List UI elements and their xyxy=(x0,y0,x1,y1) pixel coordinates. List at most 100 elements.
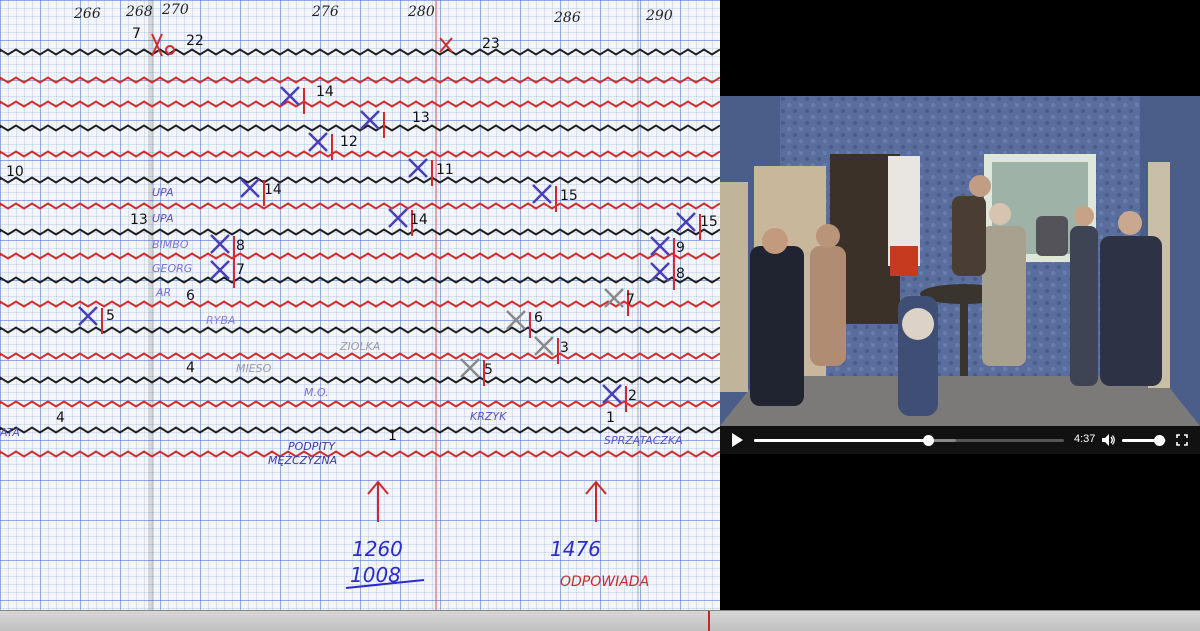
seek-played xyxy=(754,439,928,442)
staff-line xyxy=(0,300,720,308)
pen-label: KRZYK xyxy=(470,410,507,423)
voice-number: 15 xyxy=(700,214,718,230)
voice-number: 14 xyxy=(264,182,282,198)
score-sheet: 266 268 270 276 280 286 290 7 22 23 14 1… xyxy=(0,0,720,610)
top-mark: 22 xyxy=(186,33,204,49)
voice-number: 11 xyxy=(436,162,454,178)
staff-line xyxy=(0,276,720,284)
voice-number: 6 xyxy=(186,288,195,304)
volume-icon[interactable] xyxy=(1101,433,1115,447)
arrow-up-icon xyxy=(585,480,607,522)
score-drawing: 266 268 270 276 280 286 290 7 22 23 14 1… xyxy=(0,0,720,610)
voice-number: 2 xyxy=(628,388,637,404)
pen-label: GEORG xyxy=(152,262,192,275)
voice-number: 5 xyxy=(484,362,493,378)
voice-number: 3 xyxy=(560,340,569,356)
pen-label: ZIOLKA xyxy=(339,340,380,353)
video-player[interactable]: 4:37 xyxy=(720,96,1200,454)
pen-label: UPA xyxy=(152,186,174,199)
column-tick: 276 xyxy=(311,4,339,20)
voice-number: 13 xyxy=(130,212,148,228)
pen-label: M.O. xyxy=(304,386,329,399)
annotation-character-left: MĘŻCZYZNA xyxy=(268,454,337,467)
annotation-bottom: ODPOWIADA xyxy=(560,574,649,590)
voice-number: 4 xyxy=(186,360,195,376)
column-tick: 270 xyxy=(161,2,189,18)
staff-line xyxy=(0,352,720,360)
staff-line xyxy=(0,176,720,184)
timeline-playhead xyxy=(708,611,710,631)
pen-label: AR xyxy=(155,286,171,299)
staff-line xyxy=(0,76,720,84)
staff-line xyxy=(0,400,720,408)
pen-label: BIMBO xyxy=(152,238,189,251)
arrow-up-icon xyxy=(367,480,389,522)
staff-line xyxy=(0,326,720,334)
voice-number: 5 xyxy=(106,308,115,324)
cross-mark xyxy=(210,234,230,254)
video-frame[interactable] xyxy=(720,96,1200,426)
voice-number: 6 xyxy=(534,310,543,326)
cross-mark xyxy=(388,208,408,228)
column-tick: 280 xyxy=(407,4,435,20)
annotation-character-left: PODPITY xyxy=(288,440,336,453)
seek-bar[interactable] xyxy=(754,435,1064,446)
count-label: 1260 xyxy=(352,537,403,561)
play-icon[interactable] xyxy=(732,433,743,447)
cross-mark xyxy=(650,236,670,256)
voice-number: 7 xyxy=(626,292,635,308)
volume-handle[interactable] xyxy=(1154,435,1166,446)
voice-number: 15 xyxy=(560,188,578,204)
voice-number: 14 xyxy=(410,212,428,228)
staff-line xyxy=(0,252,720,260)
cross-mark xyxy=(460,358,480,378)
voice-number: 12 xyxy=(340,134,358,150)
voice-number: 8 xyxy=(236,238,245,254)
column-tick: 268 xyxy=(125,4,153,20)
cross-mark xyxy=(602,384,622,404)
volume-slider[interactable] xyxy=(1122,435,1166,446)
cross-mark xyxy=(408,158,428,178)
column-tick: 266 xyxy=(73,6,101,22)
staff-line xyxy=(0,48,720,56)
cross-mark xyxy=(78,306,98,326)
pen-label: UPA xyxy=(152,212,174,225)
pen-label: ATA xyxy=(0,426,20,439)
staff-line xyxy=(0,202,720,210)
cross-mark xyxy=(210,260,230,280)
staff-line xyxy=(0,426,720,434)
cross-mark xyxy=(506,310,526,330)
voice-number: 9 xyxy=(676,240,685,256)
cross-mark xyxy=(650,262,670,282)
top-mark: 23 xyxy=(482,36,500,52)
video-still xyxy=(720,96,1200,426)
count-label: 1476 xyxy=(550,537,601,561)
staff-line xyxy=(0,150,720,158)
fullscreen-icon[interactable] xyxy=(1176,434,1188,446)
cross-mark xyxy=(308,132,328,152)
voice-number: 7 xyxy=(236,262,245,278)
voice-number: 1 xyxy=(388,428,397,444)
voice-number: 4 xyxy=(56,410,65,426)
voice-number: 14 xyxy=(316,84,334,100)
top-mark: 7 xyxy=(132,26,141,42)
time-display: 4:37 xyxy=(1074,433,1096,445)
voice-number: 13 xyxy=(412,110,430,126)
pen-label: RYBA xyxy=(206,314,235,327)
voice-number: 8 xyxy=(676,266,685,282)
player-controls: 4:37 xyxy=(720,426,1200,454)
column-tick: 286 xyxy=(553,10,581,26)
timeline-strip xyxy=(0,610,1200,631)
staff-line xyxy=(0,124,720,132)
seek-handle[interactable] xyxy=(922,435,934,446)
cross-mark xyxy=(532,184,552,204)
staff-line xyxy=(0,100,720,108)
staff-line xyxy=(0,450,720,458)
voice-number: 1 xyxy=(606,410,615,426)
cross-mark xyxy=(534,336,554,356)
annotation-character-right: SPRZĄTACZKA xyxy=(604,434,683,447)
staff-line xyxy=(0,376,720,384)
column-tick: 290 xyxy=(645,8,673,24)
pen-label: MIESO xyxy=(236,362,272,375)
staff-line xyxy=(0,228,720,236)
